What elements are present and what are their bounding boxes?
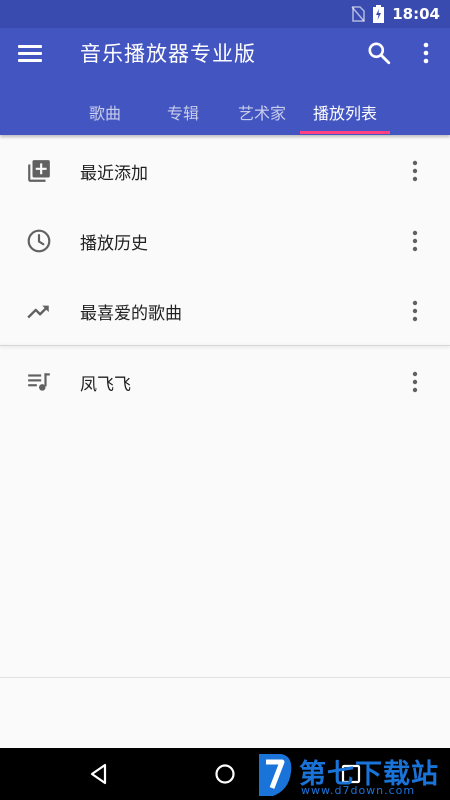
tab-bar: 歌曲 专辑 艺术家 播放列表 <box>0 88 450 135</box>
tab-playlists[interactable]: 播放列表 <box>300 88 390 135</box>
menu-icon[interactable] <box>18 42 42 64</box>
battery-charging-icon <box>373 5 385 23</box>
home-icon[interactable] <box>212 761 238 787</box>
more-vert-icon[interactable] <box>416 40 436 66</box>
playlist-list: 最近添加 播放历史 最喜爱的歌曲 凤飞飞 <box>0 135 450 416</box>
d7-logo-icon <box>259 754 292 796</box>
search-icon[interactable] <box>366 40 392 66</box>
tab-albums[interactable]: 专辑 <box>138 88 228 135</box>
toolbar: 音乐播放器专业版 <box>0 28 450 78</box>
divider <box>0 677 450 678</box>
queue-music-icon <box>28 373 50 391</box>
list-item[interactable]: 凤飞飞 <box>0 346 450 416</box>
list-item-label: 播放历史 <box>80 234 148 254</box>
watermark: 第七下载站 www.d7down.com <box>255 750 450 800</box>
more-vert-icon[interactable] <box>405 369 425 395</box>
app-title: 音乐播放器专业版 <box>80 42 256 66</box>
tab-songs[interactable]: 歌曲 <box>60 88 150 135</box>
more-vert-icon[interactable] <box>405 298 425 324</box>
status-time: 18:04 <box>392 5 440 23</box>
status-bar: 18:04 <box>0 0 450 28</box>
tab-indicator <box>300 131 390 134</box>
watermark-url: www.d7down.com <box>301 784 416 797</box>
list-item[interactable]: 播放历史 <box>0 205 450 275</box>
list-item[interactable]: 最近添加 <box>0 135 450 205</box>
list-item-label: 凤飞飞 <box>80 375 131 395</box>
more-vert-icon[interactable] <box>405 228 425 254</box>
library-add-icon <box>28 160 50 182</box>
clock-icon <box>27 229 51 253</box>
no-sim-icon <box>351 6 365 22</box>
back-icon[interactable] <box>86 761 112 787</box>
tab-artists[interactable]: 艺术家 <box>217 88 307 135</box>
list-item[interactable]: 最喜爱的歌曲 <box>0 275 450 345</box>
list-item-label: 最近添加 <box>80 164 148 184</box>
app-bar: 音乐播放器专业版 歌曲 专辑 艺术家 播放列表 <box>0 28 450 135</box>
more-vert-icon[interactable] <box>405 158 425 184</box>
trending-up-icon <box>27 305 49 319</box>
list-item-label: 最喜爱的歌曲 <box>80 304 182 324</box>
